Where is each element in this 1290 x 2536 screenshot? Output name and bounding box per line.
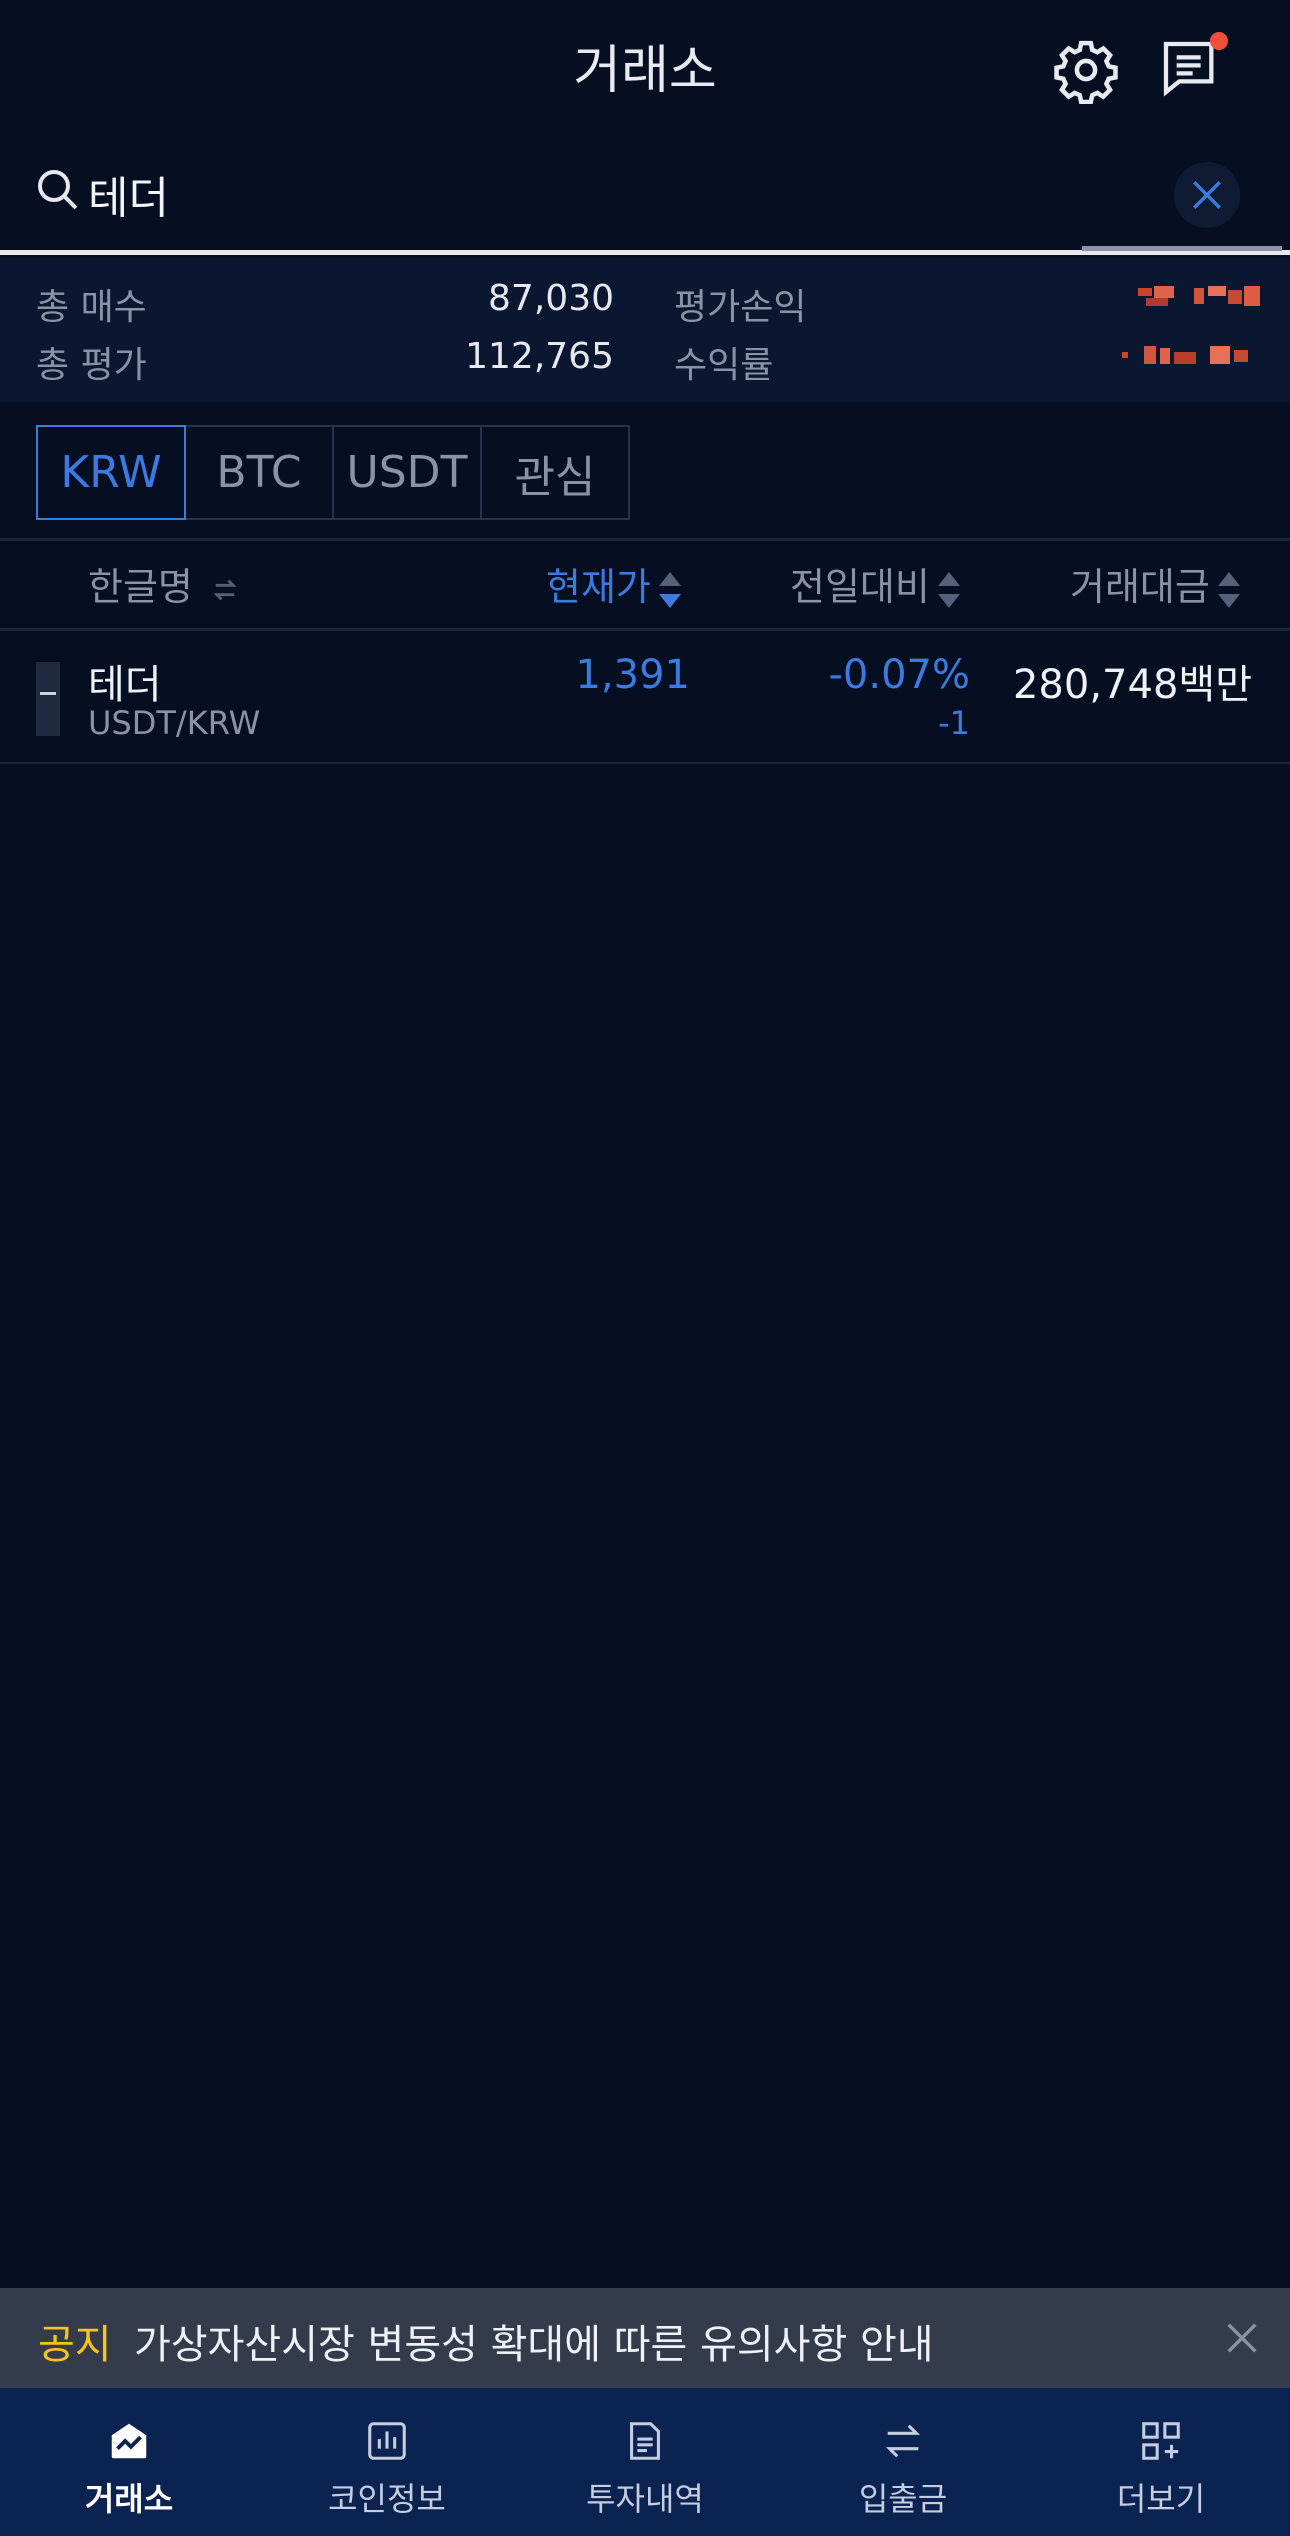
- nav-more[interactable]: 더보기: [1032, 2388, 1290, 2536]
- coin-name: 테더: [88, 662, 162, 708]
- notification-badge: [1210, 32, 1228, 50]
- transfer-icon: [885, 2424, 921, 2458]
- column-name-header[interactable]: 한글명: [88, 556, 239, 611]
- pnl-label: 평가손익: [674, 287, 807, 328]
- divider: [0, 628, 1290, 631]
- divider: [0, 762, 1290, 764]
- sort-icon: [937, 570, 960, 610]
- market-tabs: KRW BTC USDT 관심: [36, 425, 630, 520]
- clear-search-button[interactable]: [1174, 162, 1240, 228]
- nav-deposit-withdraw[interactable]: 입출금: [774, 2388, 1032, 2536]
- column-volume-header[interactable]: 거래대금: [1070, 556, 1240, 611]
- sort-icon: [1217, 570, 1240, 610]
- nav-exchange[interactable]: 거래소: [0, 2388, 258, 2536]
- nav-label: 코인정보: [328, 2480, 446, 2518]
- coin-marker-line: [40, 692, 56, 695]
- more-grid-icon: [1142, 2422, 1180, 2460]
- nav-label: 투자내역: [586, 2480, 704, 2518]
- notification-button[interactable]: [1158, 32, 1228, 104]
- header: 거래소: [0, 0, 1290, 140]
- notice-banner[interactable]: 공지 가상자산시장 변동성 확대에 따른 유의사항 안내: [0, 2288, 1290, 2388]
- coin-marker: [36, 662, 60, 736]
- sort-icon: [658, 570, 681, 610]
- table-row[interactable]: 테더 USDT/KRW 1,391 -0.07% -1 280,748백만: [0, 632, 1290, 762]
- coin-change-percent: -0.07%: [828, 652, 970, 698]
- close-icon: [1193, 181, 1221, 209]
- coin-volume: 280,748백만: [1012, 662, 1252, 708]
- coin-change-amount: -1: [938, 704, 970, 742]
- pnl-redacted: [1138, 286, 1260, 306]
- search-icon: [38, 170, 78, 210]
- nav-coin-info[interactable]: 코인정보: [258, 2388, 516, 2536]
- document-icon: [630, 2422, 660, 2460]
- column-change-header[interactable]: 전일대비: [790, 556, 960, 611]
- nav-label: 더보기: [1116, 2480, 1206, 2518]
- swap-icon: [213, 579, 237, 600]
- coin-price: 1,391: [575, 652, 690, 698]
- column-name-label: 한글명: [88, 565, 193, 609]
- notice-tag: 공지: [38, 2322, 112, 2368]
- search-input[interactable]: 테더: [88, 162, 169, 226]
- gear-icon: [1054, 40, 1118, 105]
- column-volume-label: 거래대금: [1070, 565, 1210, 609]
- return-label: 수익률: [674, 345, 774, 386]
- total-buy-label: 총 매수: [36, 287, 147, 328]
- chart-icon: [368, 2422, 406, 2460]
- nav-label: 입출금: [858, 2480, 948, 2518]
- asset-summary: 총 매수 87,030 총 평가 112,765 평가손익 수익률: [0, 258, 1290, 402]
- total-buy-value: 87,030: [488, 278, 614, 319]
- total-eval-value: 112,765: [465, 336, 614, 377]
- divider: [0, 538, 1290, 541]
- tab-krw[interactable]: KRW: [36, 425, 186, 520]
- bottom-nav: 거래소 코인정보 투자내역 입출금 더보기: [0, 2388, 1290, 2536]
- nav-label: 거래소: [84, 2480, 174, 2518]
- tab-usdt[interactable]: USDT: [332, 425, 482, 520]
- column-price-label: 현재가: [546, 565, 651, 609]
- search-bar: [0, 140, 1290, 254]
- return-redacted: [1122, 346, 1248, 364]
- close-icon[interactable]: [1222, 2318, 1262, 2358]
- column-price-header[interactable]: 현재가: [546, 556, 681, 611]
- total-eval-label: 총 평가: [36, 345, 147, 386]
- settings-button[interactable]: [1052, 36, 1120, 105]
- tab-btc[interactable]: BTC: [184, 425, 334, 520]
- search-underline-mark: [1082, 246, 1282, 251]
- tab-favorites[interactable]: 관심: [480, 425, 630, 520]
- column-change-label: 전일대비: [790, 565, 930, 609]
- nav-investment-history[interactable]: 투자내역: [516, 2388, 774, 2536]
- notice-text: 가상자산시장 변동성 확대에 따른 유의사항 안내: [134, 2322, 934, 2368]
- coin-pair: USDT/KRW: [88, 704, 261, 742]
- exchange-icon: [111, 2423, 147, 2459]
